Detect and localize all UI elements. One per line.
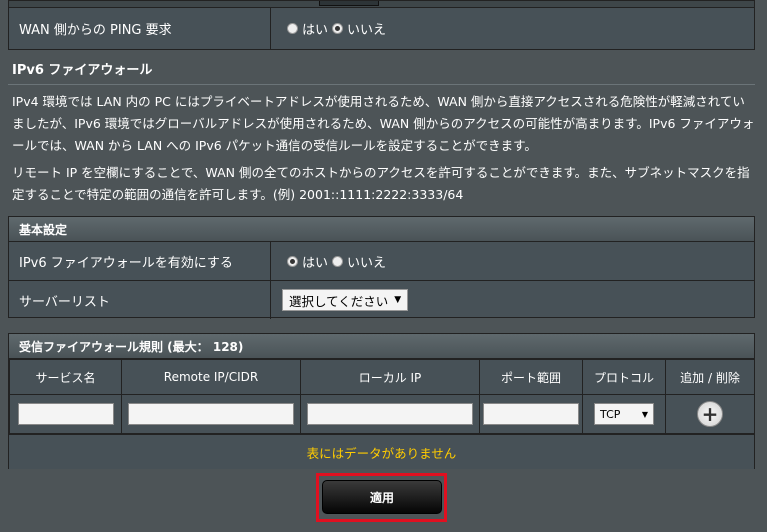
radio-icon[interactable] — [332, 255, 344, 267]
radio-selected-icon[interactable] — [287, 255, 298, 267]
divider — [8, 84, 755, 85]
enable-yes-option[interactable]: はい — [287, 252, 328, 271]
server-list-select[interactable]: 選択してください ▼ — [282, 289, 409, 311]
port-range-input[interactable] — [483, 403, 579, 425]
wan-ping-yes-option[interactable]: はい — [287, 19, 328, 38]
col-add-delete: 追加 / 削除 — [665, 359, 755, 395]
remote-ip-input[interactable] — [128, 403, 294, 425]
inbound-rules-header: 受信ファイアウォール規則 (最大： 128) — [9, 334, 754, 359]
ipv6-firewall-enable-label: IPv6 ファイアウォールを有効にする — [9, 242, 271, 280]
plus-icon: + — [701, 402, 719, 426]
server-list-row: サーバーリスト 選択してください ▼ — [9, 281, 754, 319]
radio-icon[interactable] — [287, 22, 298, 34]
rules-table: サービス名 Remote IP/CIDR ローカル IP ポート範囲 プロトコル… — [9, 359, 755, 434]
empty-table-message: 表にはデータがありません — [9, 434, 754, 469]
enable-no-option[interactable]: いいえ — [332, 252, 386, 271]
col-service-name: サービス名 — [9, 359, 122, 395]
col-local-ip: ローカル IP — [300, 359, 480, 395]
col-remote-ip: Remote IP/CIDR — [121, 359, 301, 395]
basic-settings-header: 基本設定 — [9, 217, 754, 242]
wan-ping-label: WAN 側からの PING 要求 — [9, 7, 271, 49]
server-list-cell: 選択してください ▼ — [272, 281, 754, 319]
col-protocol: プロトコル — [582, 359, 666, 395]
radio-selected-icon[interactable] — [332, 22, 344, 34]
remote-ip-description: リモート IP を空欄にすることで、WAN 側の全てのホストからのアクセスを許可… — [12, 165, 750, 202]
rules-header-row: サービス名 Remote IP/CIDR ローカル IP ポート範囲 プロトコル… — [9, 359, 755, 395]
wan-ping-row: WAN 側からの PING 要求 はい いいえ — [9, 7, 754, 49]
add-rule-button[interactable]: + — [697, 401, 723, 427]
dropdown-arrow-icon: ▼ — [641, 409, 648, 419]
local-ip-input[interactable] — [307, 403, 473, 425]
server-list-label: サーバーリスト — [9, 281, 271, 319]
clipped-button — [319, 1, 379, 6]
protocol-select[interactable]: TCP ▼ — [594, 403, 654, 425]
inbound-rules-panel: 受信ファイアウォール規則 (最大： 128) サービス名 Remote IP/C… — [8, 333, 755, 469]
section-title-ipv6-firewall: IPv6 ファイアウォール — [12, 63, 153, 78]
service-name-input[interactable] — [17, 403, 114, 425]
basic-settings-panel: 基本設定 IPv6 ファイアウォールを有効にする はい いいえ サーバーリスト … — [8, 216, 755, 319]
ipv6-firewall-enable-radio-group: はい いいえ — [272, 242, 754, 280]
wan-ping-no-option[interactable]: いいえ — [332, 19, 386, 38]
apply-button[interactable]: 適用 — [322, 480, 442, 514]
rules-input-row: TCP ▼ + — [9, 394, 755, 434]
wan-ping-table: WAN 側からの PING 要求 はい いいえ — [8, 0, 755, 50]
ipv6-firewall-enable-row: IPv6 ファイアウォールを有効にする はい いいえ — [9, 242, 754, 281]
wan-ping-radio-group: はい いいえ — [272, 7, 754, 49]
col-port-range: ポート範囲 — [479, 359, 583, 395]
ipv6-firewall-description: IPv4 環境では LAN 内の PC にはプライベートアドレスが使用されるため… — [12, 94, 755, 153]
dropdown-arrow-icon: ▼ — [394, 295, 402, 305]
